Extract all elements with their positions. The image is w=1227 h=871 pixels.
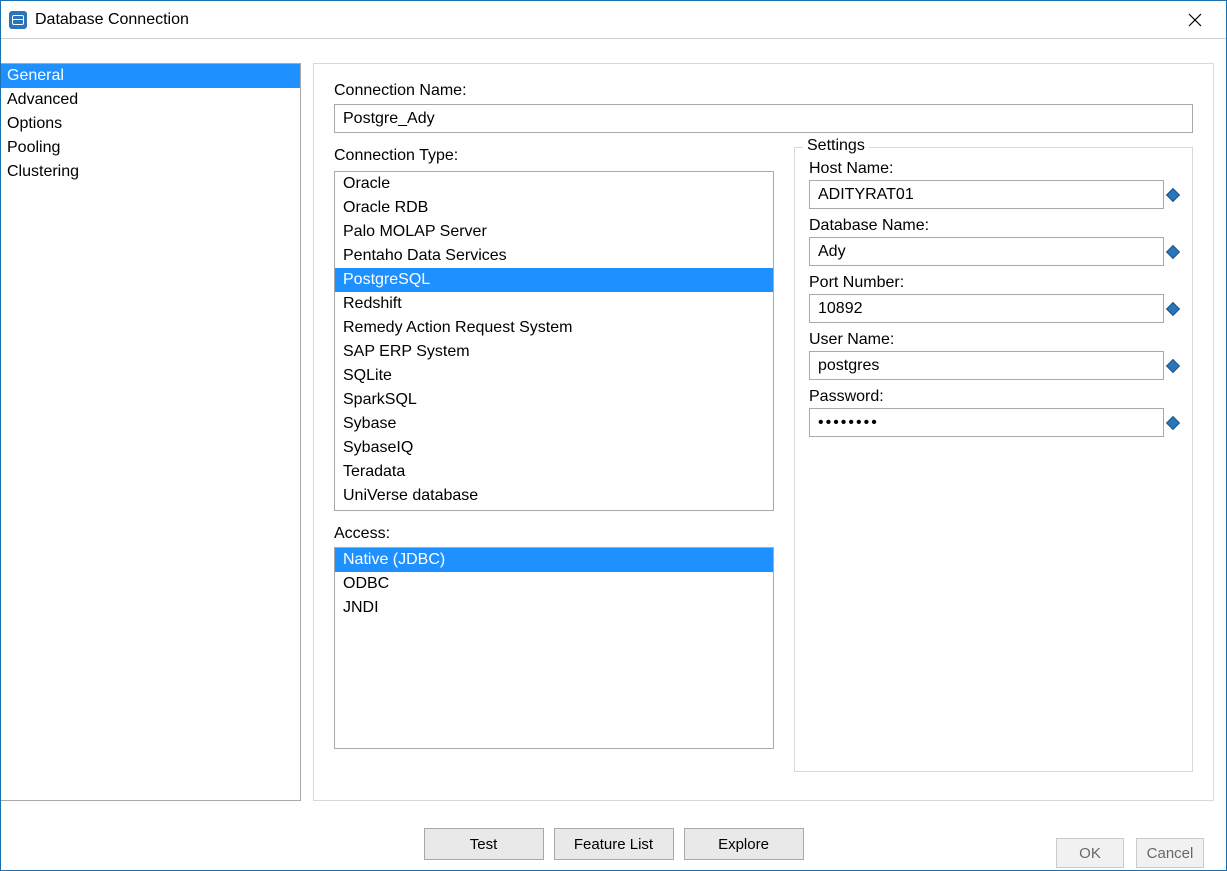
feature-list-button[interactable]: Feature List xyxy=(554,828,674,860)
database-icon xyxy=(9,11,27,29)
database-connection-dialog: Database Connection GeneralAdvancedOptio… xyxy=(0,0,1227,871)
sidebar-item-advanced[interactable]: Advanced xyxy=(1,88,300,112)
list-item[interactable]: Oracle xyxy=(335,172,773,196)
port-number-input[interactable] xyxy=(809,294,1164,323)
cancel-button[interactable]: Cancel xyxy=(1136,838,1204,868)
list-item[interactable]: SQLite xyxy=(335,364,773,388)
dialog-body: GeneralAdvancedOptionsPoolingClustering … xyxy=(1,39,1226,870)
variable-icon[interactable] xyxy=(1166,301,1180,315)
close-icon xyxy=(1188,13,1202,27)
close-button[interactable] xyxy=(1172,1,1218,39)
list-item[interactable]: UniVerse database xyxy=(335,484,773,508)
list-item[interactable]: JNDI xyxy=(335,596,773,620)
list-item[interactable]: Native (JDBC) xyxy=(335,548,773,572)
connection-name-row: Connection Name: xyxy=(334,82,1193,133)
port-number-label: Port Number: xyxy=(809,274,1178,292)
list-item[interactable]: SparkSQL xyxy=(335,388,773,412)
list-item[interactable]: Teradata xyxy=(335,460,773,484)
password-label: Password: xyxy=(809,388,1178,406)
connection-type-listbox[interactable]: OracleOracle RDBPalo MOLAP ServerPentaho… xyxy=(334,171,774,511)
main-panel: Connection Name: Connection Type: Oracle… xyxy=(313,63,1214,801)
connection-name-label: Connection Name: xyxy=(334,82,1193,100)
list-item[interactable]: ODBC xyxy=(335,572,773,596)
list-item[interactable]: Pentaho Data Services xyxy=(335,244,773,268)
connection-type-label: Connection Type: xyxy=(334,147,774,165)
ok-cancel-row: OK Cancel xyxy=(1056,838,1204,868)
settings-fieldset: Settings Host Name: Database Name: xyxy=(794,147,1193,772)
category-sidebar[interactable]: GeneralAdvancedOptionsPoolingClustering xyxy=(1,63,301,801)
host-name-label: Host Name: xyxy=(809,160,1178,178)
access-label: Access: xyxy=(334,525,774,543)
settings-legend: Settings xyxy=(803,137,869,155)
sidebar-item-options[interactable]: Options xyxy=(1,112,300,136)
sidebar-item-clustering[interactable]: Clustering xyxy=(1,160,300,184)
titlebar: Database Connection xyxy=(1,1,1226,39)
sidebar-item-general[interactable]: General xyxy=(1,64,300,88)
sidebar-item-pooling[interactable]: Pooling xyxy=(1,136,300,160)
user-name-label: User Name: xyxy=(809,331,1178,349)
variable-icon[interactable] xyxy=(1166,358,1180,372)
variable-icon[interactable] xyxy=(1166,244,1180,258)
list-item[interactable]: Redshift xyxy=(335,292,773,316)
list-item[interactable]: Remedy Action Request System xyxy=(335,316,773,340)
user-name-input[interactable] xyxy=(809,351,1164,380)
access-listbox[interactable]: Native (JDBC)ODBCJNDI xyxy=(334,547,774,749)
test-button[interactable]: Test xyxy=(424,828,544,860)
variable-icon[interactable] xyxy=(1166,415,1180,429)
action-button-row: Test Feature List Explore xyxy=(1,828,1226,860)
explore-button[interactable]: Explore xyxy=(684,828,804,860)
database-name-input[interactable] xyxy=(809,237,1164,266)
database-name-label: Database Name: xyxy=(809,217,1178,235)
window-title: Database Connection xyxy=(35,11,189,29)
password-input[interactable] xyxy=(809,408,1164,437)
list-item[interactable]: SAP ERP System xyxy=(335,340,773,364)
list-item[interactable]: Sybase xyxy=(335,412,773,436)
host-name-input[interactable] xyxy=(809,180,1164,209)
list-item[interactable]: Palo MOLAP Server xyxy=(335,220,773,244)
list-item[interactable]: Oracle RDB xyxy=(335,196,773,220)
list-item[interactable]: SybaseIQ xyxy=(335,436,773,460)
variable-icon[interactable] xyxy=(1166,187,1180,201)
list-item[interactable]: PostgreSQL xyxy=(335,268,773,292)
ok-button[interactable]: OK xyxy=(1056,838,1124,868)
connection-name-input[interactable] xyxy=(334,104,1193,133)
